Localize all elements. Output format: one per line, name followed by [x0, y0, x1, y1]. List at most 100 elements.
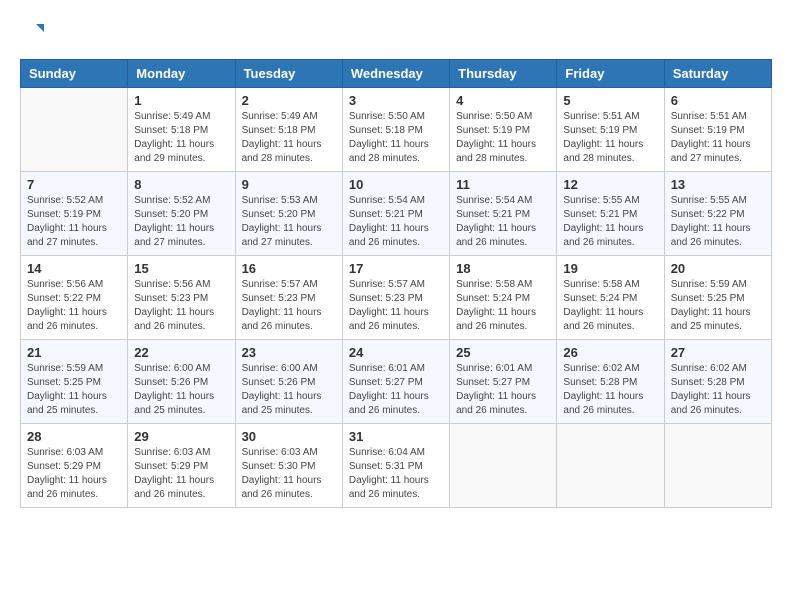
day-info: Sunrise: 5:54 AM Sunset: 5:21 PM Dayligh… — [456, 194, 550, 250]
day-info: Sunrise: 6:04 AM Sunset: 5:31 PM Dayligh… — [349, 446, 443, 502]
calendar-cell: 6 Sunrise: 5:51 AM Sunset: 5:19 PM Daylig… — [664, 87, 771, 171]
calendar-cell: 20 Sunrise: 5:59 AM Sunset: 5:25 PM Dayli… — [664, 255, 771, 339]
day-info: Sunrise: 6:03 AM Sunset: 5:29 PM Dayligh… — [134, 446, 228, 502]
day-number: 5 — [563, 93, 657, 108]
day-info: Sunrise: 5:56 AM Sunset: 5:23 PM Dayligh… — [134, 278, 228, 334]
col-friday: Friday — [557, 59, 664, 87]
col-monday: Monday — [128, 59, 235, 87]
day-info: Sunrise: 5:50 AM Sunset: 5:18 PM Dayligh… — [349, 110, 443, 166]
day-info: Sunrise: 5:57 AM Sunset: 5:23 PM Dayligh… — [349, 278, 443, 334]
day-number: 7 — [27, 177, 121, 192]
day-number: 6 — [671, 93, 765, 108]
day-number: 9 — [242, 177, 336, 192]
calendar-cell: 8 Sunrise: 5:52 AM Sunset: 5:20 PM Daylig… — [128, 171, 235, 255]
day-info: Sunrise: 5:56 AM Sunset: 5:22 PM Dayligh… — [27, 278, 121, 334]
day-info: Sunrise: 5:55 AM Sunset: 5:21 PM Dayligh… — [563, 194, 657, 250]
calendar-cell: 12 Sunrise: 5:55 AM Sunset: 5:21 PM Dayli… — [557, 171, 664, 255]
day-number: 16 — [242, 261, 336, 276]
calendar-week-row: 1 Sunrise: 5:49 AM Sunset: 5:18 PM Daylig… — [21, 87, 772, 171]
calendar-cell: 18 Sunrise: 5:58 AM Sunset: 5:24 PM Dayli… — [450, 255, 557, 339]
calendar-cell: 5 Sunrise: 5:51 AM Sunset: 5:19 PM Daylig… — [557, 87, 664, 171]
day-info: Sunrise: 5:53 AM Sunset: 5:20 PM Dayligh… — [242, 194, 336, 250]
calendar-week-row: 7 Sunrise: 5:52 AM Sunset: 5:19 PM Daylig… — [21, 171, 772, 255]
day-number: 18 — [456, 261, 550, 276]
day-number: 22 — [134, 345, 228, 360]
day-info: Sunrise: 5:59 AM Sunset: 5:25 PM Dayligh… — [671, 278, 765, 334]
day-info: Sunrise: 5:49 AM Sunset: 5:18 PM Dayligh… — [134, 110, 228, 166]
calendar-header-row: Sunday Monday Tuesday Wednesday Thursday… — [21, 59, 772, 87]
col-saturday: Saturday — [664, 59, 771, 87]
calendar-cell — [557, 423, 664, 507]
day-info: Sunrise: 5:51 AM Sunset: 5:19 PM Dayligh… — [671, 110, 765, 166]
day-info: Sunrise: 5:59 AM Sunset: 5:25 PM Dayligh… — [27, 362, 121, 418]
day-number: 10 — [349, 177, 443, 192]
day-info: Sunrise: 6:00 AM Sunset: 5:26 PM Dayligh… — [134, 362, 228, 418]
day-number: 30 — [242, 429, 336, 444]
day-number: 1 — [134, 93, 228, 108]
day-info: Sunrise: 5:54 AM Sunset: 5:21 PM Dayligh… — [349, 194, 443, 250]
day-number: 13 — [671, 177, 765, 192]
day-info: Sunrise: 5:58 AM Sunset: 5:24 PM Dayligh… — [563, 278, 657, 334]
day-info: Sunrise: 5:52 AM Sunset: 5:20 PM Dayligh… — [134, 194, 228, 250]
day-number: 29 — [134, 429, 228, 444]
calendar-cell: 24 Sunrise: 6:01 AM Sunset: 5:27 PM Dayli… — [342, 339, 449, 423]
calendar-cell — [450, 423, 557, 507]
day-info: Sunrise: 6:00 AM Sunset: 5:26 PM Dayligh… — [242, 362, 336, 418]
day-number: 25 — [456, 345, 550, 360]
day-number: 14 — [27, 261, 121, 276]
day-info: Sunrise: 5:58 AM Sunset: 5:24 PM Dayligh… — [456, 278, 550, 334]
day-number: 15 — [134, 261, 228, 276]
calendar-cell: 21 Sunrise: 5:59 AM Sunset: 5:25 PM Dayli… — [21, 339, 128, 423]
day-number: 26 — [563, 345, 657, 360]
calendar-cell: 29 Sunrise: 6:03 AM Sunset: 5:29 PM Dayli… — [128, 423, 235, 507]
calendar-cell: 31 Sunrise: 6:04 AM Sunset: 5:31 PM Dayli… — [342, 423, 449, 507]
calendar-week-row: 14 Sunrise: 5:56 AM Sunset: 5:22 PM Dayli… — [21, 255, 772, 339]
day-info: Sunrise: 5:55 AM Sunset: 5:22 PM Dayligh… — [671, 194, 765, 250]
logo-icon — [22, 20, 46, 44]
calendar-cell: 10 Sunrise: 5:54 AM Sunset: 5:21 PM Dayli… — [342, 171, 449, 255]
day-info: Sunrise: 6:03 AM Sunset: 5:29 PM Dayligh… — [27, 446, 121, 502]
day-info: Sunrise: 6:03 AM Sunset: 5:30 PM Dayligh… — [242, 446, 336, 502]
calendar-cell: 3 Sunrise: 5:50 AM Sunset: 5:18 PM Daylig… — [342, 87, 449, 171]
day-number: 11 — [456, 177, 550, 192]
day-number: 8 — [134, 177, 228, 192]
col-sunday: Sunday — [21, 59, 128, 87]
day-number: 19 — [563, 261, 657, 276]
day-info: Sunrise: 5:51 AM Sunset: 5:19 PM Dayligh… — [563, 110, 657, 166]
day-number: 20 — [671, 261, 765, 276]
day-info: Sunrise: 6:02 AM Sunset: 5:28 PM Dayligh… — [563, 362, 657, 418]
day-info: Sunrise: 5:49 AM Sunset: 5:18 PM Dayligh… — [242, 110, 336, 166]
calendar-cell: 27 Sunrise: 6:02 AM Sunset: 5:28 PM Dayli… — [664, 339, 771, 423]
day-number: 21 — [27, 345, 121, 360]
col-thursday: Thursday — [450, 59, 557, 87]
calendar-cell: 19 Sunrise: 5:58 AM Sunset: 5:24 PM Dayli… — [557, 255, 664, 339]
calendar-cell: 30 Sunrise: 6:03 AM Sunset: 5:30 PM Dayli… — [235, 423, 342, 507]
day-info: Sunrise: 6:02 AM Sunset: 5:28 PM Dayligh… — [671, 362, 765, 418]
day-info: Sunrise: 6:01 AM Sunset: 5:27 PM Dayligh… — [456, 362, 550, 418]
day-info: Sunrise: 5:57 AM Sunset: 5:23 PM Dayligh… — [242, 278, 336, 334]
day-number: 27 — [671, 345, 765, 360]
calendar-cell: 28Sunrise: 6:03 AM Sunset: 5:29 PM Dayli… — [21, 423, 128, 507]
calendar-cell — [21, 87, 128, 171]
day-number: 24 — [349, 345, 443, 360]
calendar-cell: 25 Sunrise: 6:01 AM Sunset: 5:27 PM Dayli… — [450, 339, 557, 423]
calendar-cell: 22 Sunrise: 6:00 AM Sunset: 5:26 PM Dayli… — [128, 339, 235, 423]
day-number: 31 — [349, 429, 443, 444]
calendar-cell: 26 Sunrise: 6:02 AM Sunset: 5:28 PM Dayli… — [557, 339, 664, 423]
col-wednesday: Wednesday — [342, 59, 449, 87]
day-number: 17 — [349, 261, 443, 276]
calendar-cell: 23 Sunrise: 6:00 AM Sunset: 5:26 PM Dayli… — [235, 339, 342, 423]
calendar-cell: 7 Sunrise: 5:52 AM Sunset: 5:19 PM Daylig… — [21, 171, 128, 255]
calendar-body: 1 Sunrise: 5:49 AM Sunset: 5:18 PM Daylig… — [21, 87, 772, 507]
calendar-week-row: 21 Sunrise: 5:59 AM Sunset: 5:25 PM Dayli… — [21, 339, 772, 423]
page-header — [20, 20, 772, 49]
calendar-table: Sunday Monday Tuesday Wednesday Thursday… — [20, 59, 772, 508]
day-number: 12 — [563, 177, 657, 192]
day-info: Sunrise: 6:01 AM Sunset: 5:27 PM Dayligh… — [349, 362, 443, 418]
day-number: 3 — [349, 93, 443, 108]
day-info: Sunrise: 5:52 AM Sunset: 5:19 PM Dayligh… — [27, 194, 121, 250]
day-number: 2 — [242, 93, 336, 108]
calendar-week-row: 28Sunrise: 6:03 AM Sunset: 5:29 PM Dayli… — [21, 423, 772, 507]
day-number: 23 — [242, 345, 336, 360]
calendar-cell: 15 Sunrise: 5:56 AM Sunset: 5:23 PM Dayli… — [128, 255, 235, 339]
